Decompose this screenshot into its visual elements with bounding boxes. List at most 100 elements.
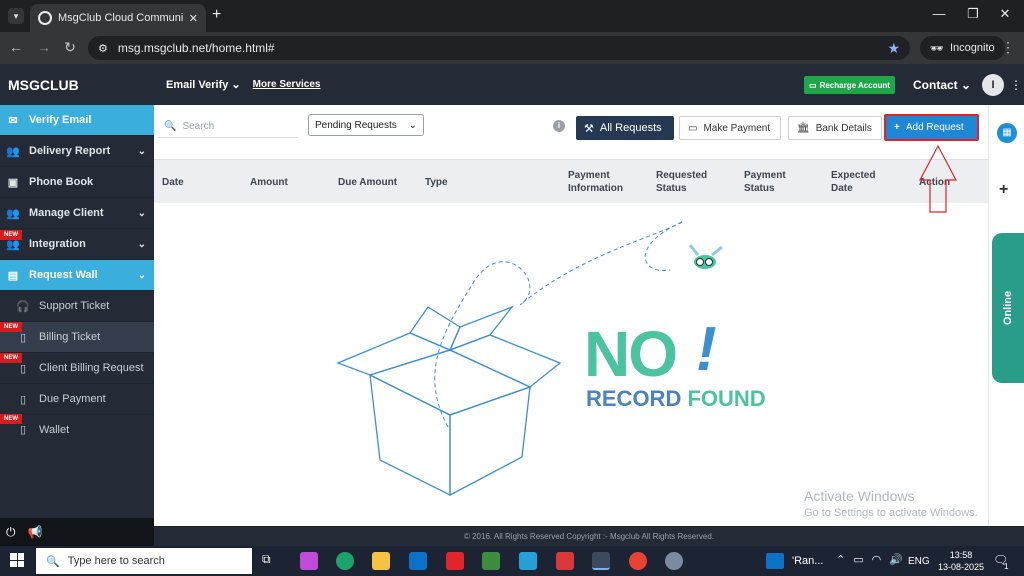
new-badge: NEW (0, 414, 22, 424)
chrome-icon[interactable] (629, 552, 647, 570)
task-view-icon[interactable]: ⧉ (262, 552, 280, 570)
tab-search-icon[interactable]: ▾ (8, 8, 24, 24)
status-filter-select[interactable]: Pending Requests ⌄ (308, 114, 424, 136)
header-payment-status: Payment Status (744, 170, 786, 194)
gavel-icon: ⚒ (584, 122, 594, 135)
calculator-icon[interactable]: ▦ (997, 123, 1017, 143)
new-badge: NEW (0, 322, 22, 332)
close-tab-icon[interactable]: ✕ (189, 12, 198, 25)
plus-icon: + (894, 122, 900, 133)
contact-menu[interactable]: Contact ⌄ (913, 78, 971, 92)
sidebar-item-verify-email[interactable]: ✉ Verify Email (0, 105, 154, 136)
plus-icon[interactable]: + (999, 181, 1008, 199)
url-bar[interactable]: ⚙ msg.msgclub.net/home.html# ★ (88, 36, 910, 60)
clock-date: 13-08-2025 (937, 562, 985, 572)
card-icon: ▭ (809, 80, 817, 90)
online-chat-tab[interactable]: Online (992, 233, 1024, 383)
sidebar-item-client-billing-request[interactable]: ▯ Client Billing Request (0, 353, 154, 384)
bookmark-star-icon[interactable]: ★ (887, 40, 900, 57)
power-icon[interactable]: ⏻ (6, 525, 16, 540)
more-services-link[interactable]: More Services (253, 79, 321, 90)
outlook-icon[interactable] (409, 552, 427, 570)
search-icon: 🔍 (164, 121, 177, 132)
bank-details-button[interactable]: 🏛 Bank Details (788, 116, 882, 140)
make-payment-label: Make Payment (703, 122, 771, 134)
sidebar-item-integration[interactable]: 👥 Integration ⌄ (0, 229, 154, 260)
header-type: Type (425, 177, 448, 188)
up-arrow-annotation (919, 144, 957, 213)
activate-windows-watermark: Activate Windows Go to Settings to activ… (804, 488, 978, 519)
windows-start-icon[interactable] (10, 553, 24, 567)
brand-logo[interactable]: MSGCLUB (0, 64, 154, 105)
add-request-button[interactable]: + Add Request (884, 114, 979, 141)
incognito-label: Incognito (949, 42, 995, 54)
new-tab-icon[interactable]: + (212, 6, 221, 24)
taskbar-search[interactable]: 🔍 Type here to search (36, 548, 252, 574)
sidebar-item-due-payment[interactable]: ▯ Due Payment (0, 384, 154, 415)
filter-value: Pending Requests (315, 119, 397, 131)
sidebar-item-label: Phone Book (29, 176, 94, 188)
info-icon[interactable]: i (553, 120, 565, 132)
outlook-tray-icon[interactable] (766, 553, 784, 569)
forward-icon[interactable]: → (34, 39, 54, 55)
minimize-icon[interactable]: — (924, 6, 954, 21)
back-icon[interactable]: ← (6, 39, 26, 55)
sidebar-item-phone-book[interactable]: ▣ Phone Book (0, 167, 154, 198)
avatar[interactable]: I (982, 74, 1004, 96)
header-expected-date: Expected Date (831, 170, 876, 194)
new-badge: NEW (0, 353, 22, 363)
notification-count: 1 (1004, 562, 1009, 571)
edge-icon[interactable] (336, 552, 354, 570)
sidebar-item-support-ticket[interactable]: 🎧 Support Ticket (0, 291, 154, 322)
file-explorer-icon[interactable] (372, 552, 390, 570)
verify-email-icon: ✉ (8, 114, 18, 127)
sidebar-item-label: Wallet (39, 423, 70, 436)
sidebar-item-request-wall[interactable]: ▤ Request Wall ⌄ (0, 260, 154, 291)
header-payment-information: Payment Information (568, 170, 623, 194)
incognito-indicator[interactable]: 🕶 Incognito (920, 36, 1005, 60)
make-payment-button[interactable]: ▭ Make Payment (679, 116, 781, 140)
bug-icon (688, 244, 723, 269)
browser-tab[interactable]: MsgClub Cloud Communication ✕ (30, 4, 206, 32)
language-indicator[interactable]: ENG (908, 556, 930, 567)
empty-box-illustration (336, 221, 723, 497)
sidebar-item-wallet[interactable]: ▯ Wallet (0, 414, 154, 445)
site-info-icon[interactable]: ⚙ (98, 42, 108, 55)
chevron-down-icon: ⌄ (408, 119, 417, 131)
sidebar-item-delivery-report[interactable]: 👥 Delivery Report ⌄ (0, 136, 154, 167)
search-placeholder: Search (182, 121, 215, 132)
tab-title: MsgClub Cloud Communication (58, 12, 183, 24)
taskbar-app-label[interactable]: 'Ran... (792, 555, 823, 567)
sidebar-item-manage-client[interactable]: 👥 Manage Client ⌄ (0, 198, 154, 229)
system-tray[interactable]: ⌃ ▭ ◠ 🔊 (836, 553, 903, 566)
network-icon: ▭ (853, 554, 864, 566)
megaphone-icon[interactable]: 📢 (28, 525, 43, 539)
online-label: Online (1002, 290, 1015, 326)
chrome-incognito-icon[interactable] (592, 552, 610, 570)
sidebar-item-label: Support Ticket (39, 300, 110, 312)
sidebar-item-label: Billing Ticket (39, 331, 101, 343)
sidebar-item-billing-ticket[interactable]: ▯ Billing Ticket (0, 322, 154, 353)
browser-menu-icon[interactable]: ⋮ (998, 39, 1018, 56)
spreadsheet-icon[interactable] (482, 552, 500, 570)
sidebar-item-label: Delivery Report (29, 145, 111, 157)
sidebar-item-label: Manage Client (29, 207, 104, 219)
anydesk-icon[interactable] (556, 552, 574, 570)
restore-icon[interactable]: ❐ (958, 6, 988, 22)
copilot-icon[interactable] (300, 552, 318, 570)
clock[interactable]: 13:58 13-08-2025 (936, 549, 986, 573)
close-window-icon[interactable]: ✕ (990, 6, 1020, 22)
header-date: Date (162, 177, 184, 188)
reload-icon[interactable]: ↻ (60, 39, 80, 56)
all-requests-button[interactable]: ⚒ All Requests (576, 116, 674, 140)
wps-icon[interactable] (446, 552, 464, 570)
settings-app-icon[interactable] (665, 552, 683, 570)
search-input[interactable]: 🔍 Search (158, 116, 298, 138)
exclamation-text: ! (696, 315, 717, 384)
sidebar-item-label: Client Billing Request (39, 362, 144, 374)
recharge-account-button[interactable]: ▭ Recharge Account (804, 76, 895, 94)
sidebar-item-label: Request Wall (29, 269, 98, 281)
email-verify-menu[interactable]: Email Verify ⌄ (166, 78, 241, 91)
stack-icon[interactable] (519, 552, 537, 570)
more-menu-icon[interactable]: ⋮ (1010, 78, 1022, 92)
